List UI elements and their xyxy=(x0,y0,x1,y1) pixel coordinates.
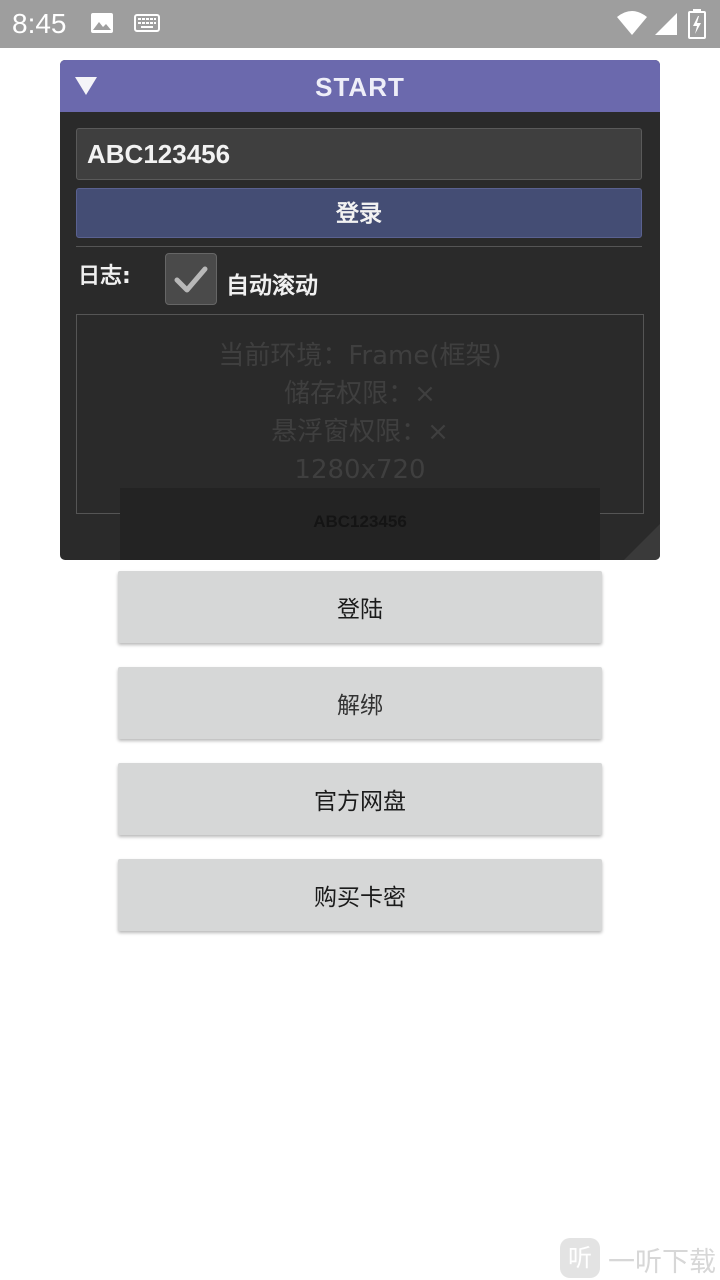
status-bar: 8:45 xyxy=(0,0,720,48)
divider xyxy=(76,246,642,247)
log-line: 悬浮窗权限：× xyxy=(271,417,449,447)
keyboard-icon xyxy=(134,14,160,32)
log-lines: 当前环境：Frame(框架) 储存权限：× 悬浮窗权限：× 1280x720 xyxy=(77,337,643,489)
login-button[interactable]: 登录 xyxy=(76,188,642,238)
checkmark-icon xyxy=(174,266,208,293)
login-page-button[interactable]: 登陆 xyxy=(118,571,602,643)
overlay-key-text: ABC123456 xyxy=(313,512,407,531)
overlay-input-strip: ABC123456 xyxy=(120,488,600,560)
image-icon xyxy=(91,13,113,33)
autoscroll-checkbox[interactable] xyxy=(165,253,217,305)
watermark: 听 一听下载 xyxy=(558,1236,718,1280)
status-time: 8:45 xyxy=(12,8,67,39)
card-key-input[interactable]: ABC123456 xyxy=(76,128,642,180)
netdisk-button[interactable]: 官方网盘 xyxy=(118,763,602,835)
signal-icon xyxy=(655,13,677,35)
log-line: 1280x720 xyxy=(294,455,426,485)
floating-panel: START ABC123456 登录 日志: 自动滚动 当前环境：Frame(框… xyxy=(60,60,660,560)
resize-handle-icon[interactable] xyxy=(624,524,660,560)
watermark-logo-icon: 听 xyxy=(560,1238,600,1278)
log-line: 当前环境：Frame(框架) xyxy=(218,341,502,371)
log-label: 日志: xyxy=(78,264,131,289)
watermark-text: 一听下载 xyxy=(608,1247,716,1278)
buy-card-button[interactable]: 购买卡密 xyxy=(118,859,602,931)
panel-title: START xyxy=(315,72,405,102)
log-box: 当前环境：Frame(框架) 储存权限：× 悬浮窗权限：× 1280x720 xyxy=(76,314,644,514)
battery-icon xyxy=(688,9,706,39)
wifi-icon xyxy=(617,11,647,35)
log-line: 储存权限：× xyxy=(284,379,436,409)
autoscroll-label: 自动滚动 xyxy=(226,273,318,299)
unbind-button[interactable]: 解绑 xyxy=(118,667,602,739)
panel-header[interactable]: START xyxy=(60,60,660,112)
